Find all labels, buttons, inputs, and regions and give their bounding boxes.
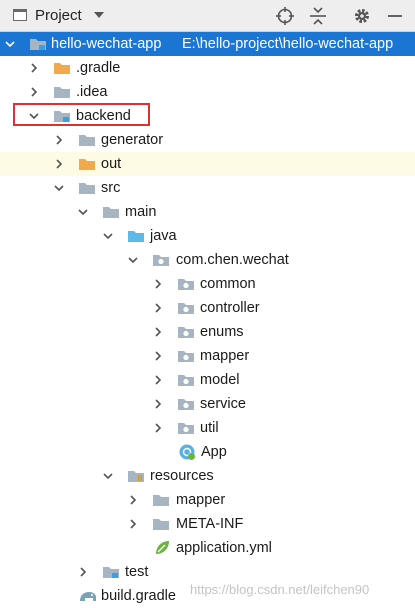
tree-label: service bbox=[200, 396, 246, 412]
spring-yml-icon bbox=[153, 539, 171, 557]
chevron-right-icon[interactable] bbox=[153, 279, 163, 289]
tree-label: enums bbox=[200, 324, 244, 340]
tree-row-common[interactable]: common bbox=[0, 272, 415, 296]
tree-label: application.yml bbox=[176, 540, 272, 556]
tree-row-out[interactable]: out bbox=[0, 152, 415, 176]
tree-label: .gradle bbox=[76, 60, 121, 76]
tree-row-controller[interactable]: controller bbox=[0, 296, 415, 320]
tree-row-app-class[interactable]: App bbox=[0, 440, 415, 464]
collapse-all-icon[interactable] bbox=[307, 5, 329, 27]
chevron-down-icon[interactable] bbox=[5, 39, 15, 49]
package-icon bbox=[177, 349, 195, 363]
tree-row-main[interactable]: main bbox=[0, 200, 415, 224]
chevron-right-icon[interactable] bbox=[29, 87, 39, 97]
gradle-icon bbox=[78, 589, 98, 603]
spring-class-icon bbox=[178, 443, 196, 461]
tree-row-idea[interactable]: .idea bbox=[0, 80, 415, 104]
folder-icon bbox=[102, 205, 120, 219]
project-path: E:\hello-project\hello-wechat-app bbox=[182, 36, 394, 52]
chevron-down-icon[interactable] bbox=[103, 471, 113, 481]
tree-row-src[interactable]: src bbox=[0, 176, 415, 200]
tree-label: common bbox=[200, 276, 256, 292]
project-view-title[interactable]: Project bbox=[35, 7, 82, 24]
dropdown-arrow-icon[interactable] bbox=[94, 12, 104, 18]
chevron-right-icon[interactable] bbox=[54, 159, 64, 169]
tree-row-root[interactable]: hello-wechat-app E:\hello-project\hello-… bbox=[0, 32, 415, 56]
tree-label: model bbox=[200, 372, 240, 388]
chevron-right-icon[interactable] bbox=[153, 351, 163, 361]
folder-icon bbox=[78, 181, 96, 195]
package-icon bbox=[177, 301, 195, 315]
tree-row-resources[interactable]: resources bbox=[0, 464, 415, 488]
tree-row-generator[interactable]: generator bbox=[0, 128, 415, 152]
tree-label: com.chen.wechat bbox=[176, 252, 289, 268]
chevron-right-icon[interactable] bbox=[128, 495, 138, 505]
package-icon bbox=[177, 373, 195, 387]
tree-label: .idea bbox=[76, 84, 108, 100]
tree-label: hello-wechat-app bbox=[51, 36, 162, 52]
package-icon bbox=[177, 397, 195, 411]
tree-label: util bbox=[200, 420, 219, 436]
source-folder-icon bbox=[127, 229, 145, 243]
tree-row-test[interactable]: test bbox=[0, 560, 415, 584]
chevron-right-icon[interactable] bbox=[153, 375, 163, 385]
chevron-right-icon[interactable] bbox=[78, 567, 88, 577]
chevron-right-icon[interactable] bbox=[153, 303, 163, 313]
chevron-right-icon[interactable] bbox=[153, 423, 163, 433]
orange-folder-icon bbox=[53, 61, 71, 75]
project-view-icon bbox=[13, 9, 27, 21]
chevron-right-icon[interactable] bbox=[54, 135, 64, 145]
tree-row-enums[interactable]: enums bbox=[0, 320, 415, 344]
folder-icon bbox=[78, 133, 96, 147]
tree-label: build.gradle bbox=[101, 588, 176, 604]
chevron-down-icon[interactable] bbox=[78, 207, 88, 217]
resources-folder-icon bbox=[127, 469, 145, 483]
tree-row-mapper-res[interactable]: mapper bbox=[0, 488, 415, 512]
tree-label: mapper bbox=[176, 492, 226, 508]
annotation-highlight-box bbox=[13, 103, 150, 126]
chevron-right-icon[interactable] bbox=[153, 327, 163, 337]
tree-row-model[interactable]: model bbox=[0, 368, 415, 392]
package-icon bbox=[177, 421, 195, 435]
tree-row-gradle-dir[interactable]: .gradle bbox=[0, 56, 415, 80]
tree-row-application-yml[interactable]: application.yml bbox=[0, 536, 415, 560]
folder-icon bbox=[53, 85, 71, 99]
tree-label: mapper bbox=[200, 348, 250, 364]
tree-label: generator bbox=[101, 132, 164, 148]
project-toolbar: Project bbox=[0, 0, 415, 32]
package-icon bbox=[177, 277, 195, 291]
folder-icon bbox=[152, 493, 170, 507]
tree-row-java[interactable]: java bbox=[0, 224, 415, 248]
tree-label: resources bbox=[150, 468, 214, 484]
hide-panel-icon[interactable] bbox=[384, 5, 406, 27]
tree-label: controller bbox=[200, 300, 260, 316]
tree-row-util[interactable]: util bbox=[0, 416, 415, 440]
chevron-right-icon[interactable] bbox=[128, 519, 138, 529]
tree-label: out bbox=[101, 156, 122, 172]
tree-label: META-INF bbox=[176, 516, 244, 532]
tree-label: java bbox=[150, 228, 177, 244]
chevron-down-icon[interactable] bbox=[103, 231, 113, 241]
tree-label: src bbox=[101, 180, 121, 196]
chevron-down-icon[interactable] bbox=[128, 255, 138, 265]
tree-label: test bbox=[125, 564, 149, 580]
tree-label: App bbox=[201, 444, 227, 460]
tree-row-meta-inf[interactable]: META-INF bbox=[0, 512, 415, 536]
tree-row-mapper-pkg[interactable]: mapper bbox=[0, 344, 415, 368]
folder-icon bbox=[152, 517, 170, 531]
chevron-down-icon[interactable] bbox=[54, 183, 64, 193]
tree-row-service[interactable]: service bbox=[0, 392, 415, 416]
tree-row-package-root[interactable]: com.chen.wechat bbox=[0, 248, 415, 272]
locate-icon[interactable] bbox=[274, 5, 296, 27]
orange-folder-icon bbox=[78, 157, 96, 171]
chevron-right-icon[interactable] bbox=[29, 63, 39, 73]
settings-gear-icon[interactable] bbox=[351, 5, 373, 27]
package-icon bbox=[177, 325, 195, 339]
chevron-right-icon[interactable] bbox=[153, 399, 163, 409]
test-folder-icon bbox=[102, 565, 120, 579]
tree-label: main bbox=[125, 204, 157, 220]
watermark-text: https://blog.csdn.net/leifchen90 bbox=[190, 582, 370, 597]
package-icon bbox=[152, 253, 170, 267]
module-folder-icon bbox=[29, 37, 47, 51]
